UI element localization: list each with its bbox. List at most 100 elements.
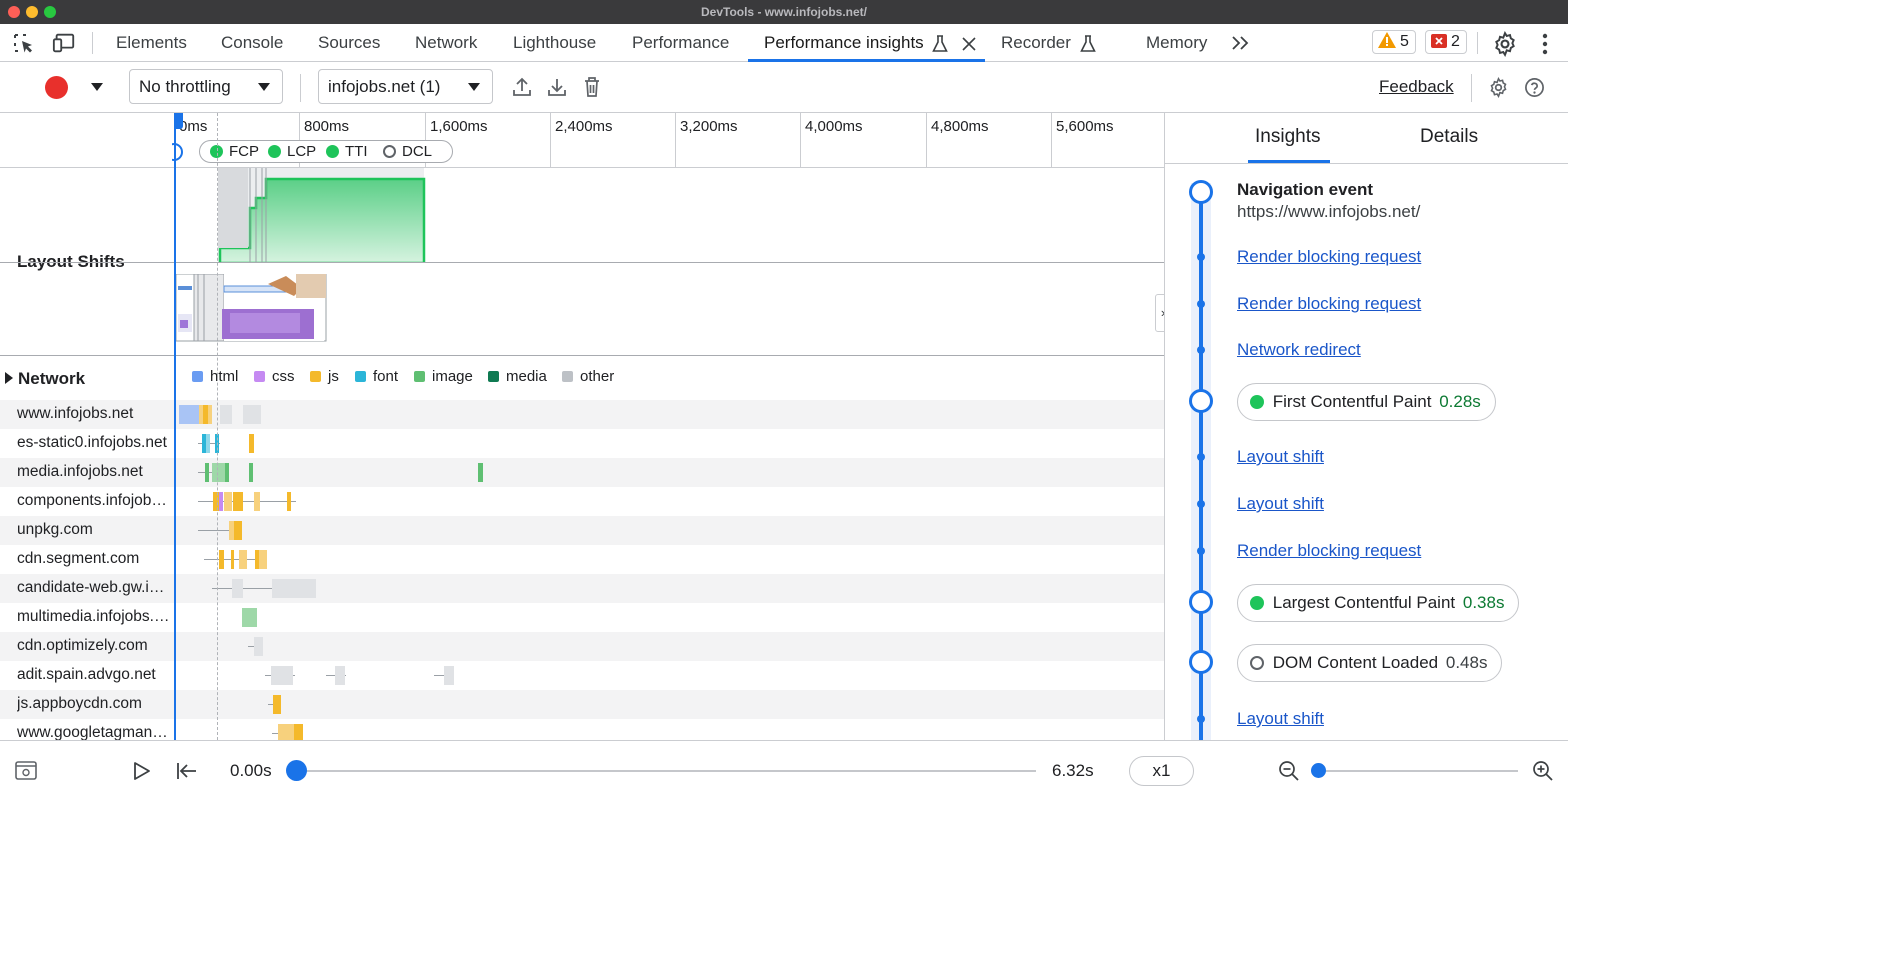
request-bar-image[interactable] [225,463,229,482]
dcl-chip[interactable]: DOM Content Loaded 0.48s [1237,644,1503,682]
marker-lcp[interactable]: LCP [268,141,316,162]
warnings-badge[interactable]: 5 [1372,30,1416,54]
marker-dcl[interactable]: DCL [383,141,432,162]
request-bar-js[interactable] [259,550,267,569]
chevron-down-icon [468,83,480,91]
request-bar-js[interactable] [234,521,242,540]
play-icon[interactable] [133,761,151,781]
settings-gear-icon[interactable] [1492,31,1518,57]
request-bar-other[interactable] [220,405,232,424]
insight-layout-shift-link[interactable]: Layout shift [1237,447,1324,467]
playhead-handle[interactable] [174,113,183,129]
marker-tti[interactable]: TTI [326,141,368,162]
request-bar-js[interactable] [231,550,234,569]
tab-performance[interactable]: Performance [632,24,729,62]
zoom-in-icon[interactable] [1532,760,1554,782]
request-bar-js[interactable] [273,695,281,714]
request-bar-font[interactable] [206,434,210,453]
timeline-area[interactable]: 0ms 800ms 1,600ms 2,400ms 3,200ms 4,000m… [0,113,1164,740]
ruler-tick-label: 1,600ms [430,118,488,135]
legend-label: js [328,368,339,385]
more-tabs-chevron-icon[interactable] [1231,35,1251,51]
insight-layout-shift-link[interactable]: Layout shift [1237,494,1324,514]
zoom-slider-track[interactable] [1318,770,1518,772]
request-bar-js[interactable] [208,405,212,424]
request-bar-other[interactable] [243,405,261,424]
network-track-header[interactable]: Network [5,369,85,389]
request-bar-other[interactable] [232,579,243,598]
delete-trash-icon[interactable] [583,76,601,98]
request-bar-js[interactable] [254,492,260,511]
request-bar-js[interactable] [294,724,303,740]
errors-badge[interactable]: 2 [1425,30,1467,54]
lcp-chip[interactable]: Largest Contentful Paint 0.38s [1237,584,1520,622]
more-options-kebab-icon[interactable] [1540,33,1550,55]
recording-select[interactable]: infojobs.net (1) [318,69,493,104]
timeline-node-dcl [1189,650,1213,674]
legend-swatch [254,371,265,382]
request-bar-image[interactable] [242,608,257,627]
panel-settings-gear-icon[interactable] [1488,77,1509,98]
request-bar-js[interactable] [249,434,254,453]
device-toolbar-icon[interactable] [52,32,76,54]
tab-insights[interactable]: Insights [1255,126,1320,148]
skip-to-start-icon[interactable] [176,761,198,781]
legend-label: media [506,368,547,385]
tab-sources[interactable]: Sources [318,24,380,62]
insight-render-blocking-link[interactable]: Render blocking request [1237,247,1421,267]
layout-shift-cluster-chart[interactable] [176,168,436,263]
tab-recorder[interactable]: Recorder [1001,24,1096,62]
metric-markers[interactable]: FCP LCP TTI DCL [199,140,453,163]
request-bar-image[interactable] [478,463,483,482]
request-bar-css[interactable] [219,492,223,511]
playback-speed-button[interactable]: x1 [1129,756,1194,786]
timeline-node-navigation [1189,180,1213,204]
help-question-icon[interactable] [1524,77,1545,98]
fcp-chip[interactable]: First Contentful Paint 0.28s [1237,383,1496,421]
feedback-link[interactable]: Feedback [1379,77,1454,97]
error-icon [1431,34,1447,48]
request-bar-other[interactable] [272,579,316,598]
request-bar-js[interactable] [239,550,247,569]
request-bar-other[interactable] [271,666,293,685]
expand-triangle-icon [5,372,13,384]
tab-elements[interactable]: Elements [116,24,187,62]
request-bar-js[interactable] [278,724,294,740]
legend-swatch [355,371,366,382]
tab-memory[interactable]: Memory [1146,24,1207,62]
request-bar-js[interactable] [224,492,232,511]
request-bar-html[interactable] [179,405,199,424]
playback-slider-thumb[interactable] [286,760,307,781]
request-bar-js[interactable] [219,550,224,569]
screenshot-filmstrip[interactable] [176,274,331,344]
legend-css: css [254,368,295,385]
zoom-out-icon[interactable] [1278,760,1300,782]
tab-console[interactable]: Console [221,24,283,62]
insight-network-redirect-link[interactable]: Network redirect [1237,340,1361,360]
tab-details[interactable]: Details [1420,126,1478,148]
request-bar-image[interactable] [249,463,253,482]
request-bar-other[interactable] [254,637,263,656]
insight-render-blocking-link[interactable]: Render blocking request [1237,294,1421,314]
request-bar-js[interactable] [233,492,243,511]
playhead-line[interactable] [174,113,176,740]
request-bar-other[interactable] [335,666,345,685]
download-icon[interactable] [547,76,567,98]
inspect-element-icon[interactable] [12,32,36,54]
upload-icon[interactable] [512,76,532,98]
close-tab-icon[interactable] [961,36,977,52]
request-bar-other[interactable] [444,666,454,685]
tab-network[interactable]: Network [415,24,477,62]
record-button[interactable] [45,76,68,99]
zoom-slider-thumb[interactable] [1311,763,1326,778]
request-bar-image[interactable] [205,463,209,482]
throttling-select[interactable]: No throttling [129,69,283,104]
insight-layout-shift-link[interactable]: Layout shift [1237,709,1324,729]
insight-render-blocking-link[interactable]: Render blocking request [1237,541,1421,561]
playback-slider-track[interactable] [296,770,1036,772]
tab-lighthouse[interactable]: Lighthouse [513,24,596,62]
record-menu-caret-icon[interactable] [91,83,103,91]
tab-performance-insights[interactable]: Performance insights [764,24,977,62]
screenshot-toggle-icon[interactable] [15,761,37,780]
request-bar-js[interactable] [287,492,291,511]
